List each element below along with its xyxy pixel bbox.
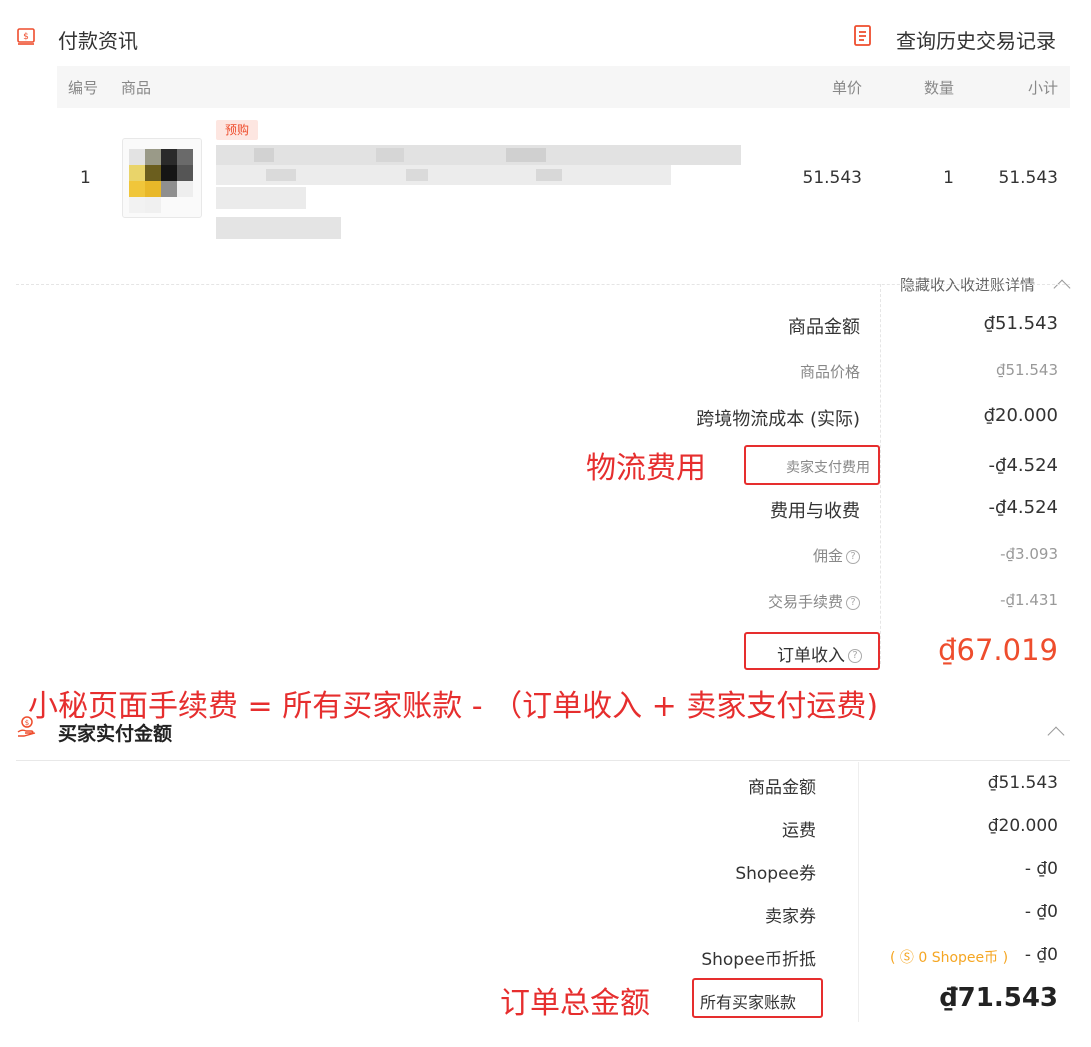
column-header-quantity: 数量 <box>923 79 954 97</box>
svg-text:$: $ <box>23 32 29 42</box>
commission-row: 佣金? <box>440 545 860 566</box>
buyer-shipping-value: ₫20.000 <box>987 816 1058 836</box>
seller-paid-fee-label: 卖家支付费用 <box>786 460 870 476</box>
annotation-order-total: 订单总金额 <box>500 986 650 1021</box>
product-thumbnail[interactable] <box>122 138 202 218</box>
column-header-index: 编号 <box>68 79 99 97</box>
shipping-cost-value: ₫20.000 <box>983 405 1058 426</box>
document-list-icon <box>852 24 876 48</box>
all-buyer-payments-label: 所有买家账款 <box>700 993 797 1012</box>
preorder-badge: 预购 <box>216 120 258 140</box>
order-income-row: 订单收入? <box>752 641 862 666</box>
transaction-fee-label: 交易手续费 <box>767 593 843 611</box>
annotation-logistics-fee: 物流费用 <box>586 451 706 486</box>
svg-text:$: $ <box>25 719 29 727</box>
seller-paid-fee-value: -₫4.524 <box>988 455 1058 476</box>
shopee-coins-note: ( Ⓢ 0 Shopee币 ) <box>890 950 1009 966</box>
shopee-coins-label: Shopee币折抵 <box>701 950 816 970</box>
fees-charges-label: 费用与收费 <box>770 501 860 522</box>
row-quantity: 1 <box>943 168 954 188</box>
product-amount-value: ₫51.543 <box>983 313 1058 334</box>
receipt-icon: $ <box>16 26 38 48</box>
row-subtotal: 51.543 <box>998 168 1058 188</box>
shipping-cost-label: 跨境物流成本 (实际) <box>696 409 860 430</box>
question-mark-icon[interactable]: ? <box>848 649 862 663</box>
product-name-blurred[interactable] <box>216 145 746 240</box>
transaction-fee-value: -₫1.431 <box>1000 591 1058 609</box>
column-header-unit-price: 单价 <box>831 79 862 97</box>
chevron-up-icon <box>1053 279 1071 297</box>
transaction-history-link[interactable]: 查询历史交易记录 <box>896 25 1056 54</box>
order-income-label: 订单收入 <box>777 646 845 666</box>
buyer-product-amount-label: 商品金额 <box>748 778 816 798</box>
divider <box>16 760 1070 761</box>
buyer-product-amount-value: ₫51.543 <box>987 773 1058 793</box>
fees-charges-value: -₫4.524 <box>988 497 1058 518</box>
money-hand-icon: $ <box>16 716 38 738</box>
transaction-fee-row: 交易手续费? <box>440 591 860 612</box>
product-price-label: 商品价格 <box>799 363 860 381</box>
question-mark-icon[interactable]: ? <box>846 549 860 564</box>
divider-vertical <box>858 762 859 1022</box>
product-amount-label: 商品金额 <box>788 317 860 338</box>
column-header-product: 商品 <box>121 79 152 97</box>
commission-value: -₫3.093 <box>1000 545 1058 563</box>
column-header-subtotal: 小计 <box>1027 79 1058 97</box>
shopee-coins-value: - ₫0 <box>1024 945 1058 965</box>
seller-voucher-value: - ₫0 <box>1024 902 1058 922</box>
commission-label: 佣金 <box>812 547 843 565</box>
seller-voucher-label: 卖家券 <box>765 907 816 927</box>
collapse-chevron-icon[interactable] <box>1047 726 1065 744</box>
shopee-voucher-label: Shopee券 <box>735 864 816 884</box>
toggle-income-details[interactable]: 隐藏收入收进账详情 <box>880 274 1071 297</box>
row-unit-price: 51.543 <box>802 168 862 188</box>
section-title-payment: 付款资讯 <box>58 29 138 53</box>
shopee-voucher-value: - ₫0 <box>1024 859 1058 879</box>
buyer-total-value: ₫71.543 <box>939 983 1058 1013</box>
divider <box>16 284 1070 285</box>
buyer-shipping-label: 运费 <box>782 821 816 841</box>
row-index: 1 <box>80 168 91 188</box>
question-mark-icon[interactable]: ? <box>846 595 860 610</box>
product-price-value: ₫51.543 <box>995 361 1058 379</box>
order-income-value: ₫67.019 <box>938 633 1058 667</box>
section-title-buyer-paid: 买家实付金额 <box>58 723 173 745</box>
